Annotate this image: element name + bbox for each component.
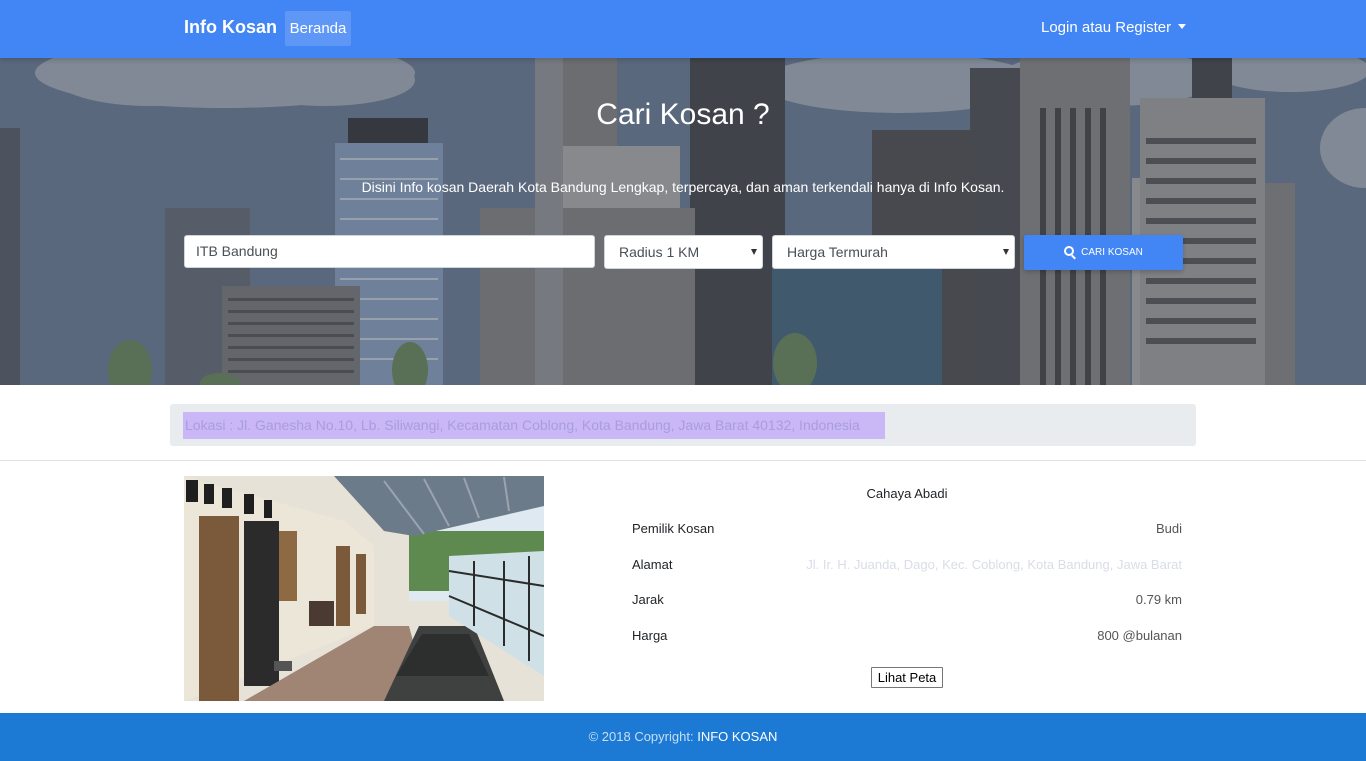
kosan-name: Cahaya Abadi — [866, 486, 948, 501]
kosan-corridor-image — [184, 476, 544, 701]
section-divider — [0, 460, 1366, 461]
detail-value: Budi — [1155, 521, 1182, 536]
login-register-label: Login atau Register — [1041, 19, 1172, 36]
detail-value: 0.79 km — [1135, 592, 1182, 607]
nav-item-beranda[interactable]: Beranda — [285, 11, 351, 46]
location-info-bar: Lokasi : Jl. Ganesha No.10, Lb. Siliwang… — [170, 404, 1196, 446]
navbar: Info Kosan Beranda Login atau Register — [0, 0, 1366, 58]
cari-kosan-label: CARI KOSAN — [1081, 247, 1143, 258]
kosan-photo — [184, 476, 544, 701]
cari-kosan-button[interactable]: CARI KOSAN — [1024, 235, 1183, 270]
detail-value: Jl. Ir. H. Juanda, Dago, Kec. Coblong, K… — [806, 557, 1182, 572]
dropdown-arrow-icon — [751, 249, 757, 255]
detail-label: Pemilik Kosan — [632, 521, 715, 536]
lihat-peta-button[interactable]: Lihat Peta — [871, 667, 943, 688]
search-icon — [1064, 246, 1075, 257]
sort-price-select[interactable]: Harga Termurah — [772, 235, 1015, 269]
detail-row-jarak: Jarak 0.79 km — [632, 592, 1182, 612]
detail-label: Harga — [632, 628, 668, 643]
location-text: Lokasi : Jl. Ganesha No.10, Lb. Siliwang… — [183, 412, 885, 439]
detail-label: Alamat — [632, 557, 673, 572]
sort-price-select-value: Harga Termurah — [787, 244, 888, 260]
footer-link[interactable]: INFO KOSAN — [697, 729, 777, 744]
radius-select-value: Radius 1 KM — [619, 244, 700, 260]
radius-select[interactable]: Radius 1 KM — [604, 235, 763, 269]
caret-down-icon — [1178, 24, 1187, 30]
detail-row-pemilik: Pemilik Kosan Budi — [632, 521, 1182, 541]
brand-logo[interactable]: Info Kosan — [184, 17, 277, 38]
footer: © 2018 Copyright: INFO KOSAN — [0, 713, 1366, 761]
login-register-dropdown[interactable]: Login atau Register — [1041, 19, 1187, 36]
footer-copyright: © 2018 Copyright: — [588, 729, 694, 744]
detail-row-harga: Harga 800 @bulanan — [632, 628, 1182, 648]
detail-value: 800 @bulanan — [1097, 628, 1182, 643]
detail-row-alamat: Alamat Jl. Ir. H. Juanda, Dago, Kec. Cob… — [632, 557, 1182, 577]
dropdown-arrow-icon — [1003, 249, 1009, 255]
location-search-input[interactable]: ITB Bandung — [184, 235, 595, 268]
hero-subtitle: Disini Info kosan Daerah Kota Bandung Le… — [361, 179, 1005, 195]
hero-title: Cari Kosan ? — [596, 98, 770, 131]
hero-banner: Cari Kosan ? Disini Info kosan Daerah Ko… — [0, 58, 1366, 385]
detail-label: Jarak — [632, 592, 664, 607]
